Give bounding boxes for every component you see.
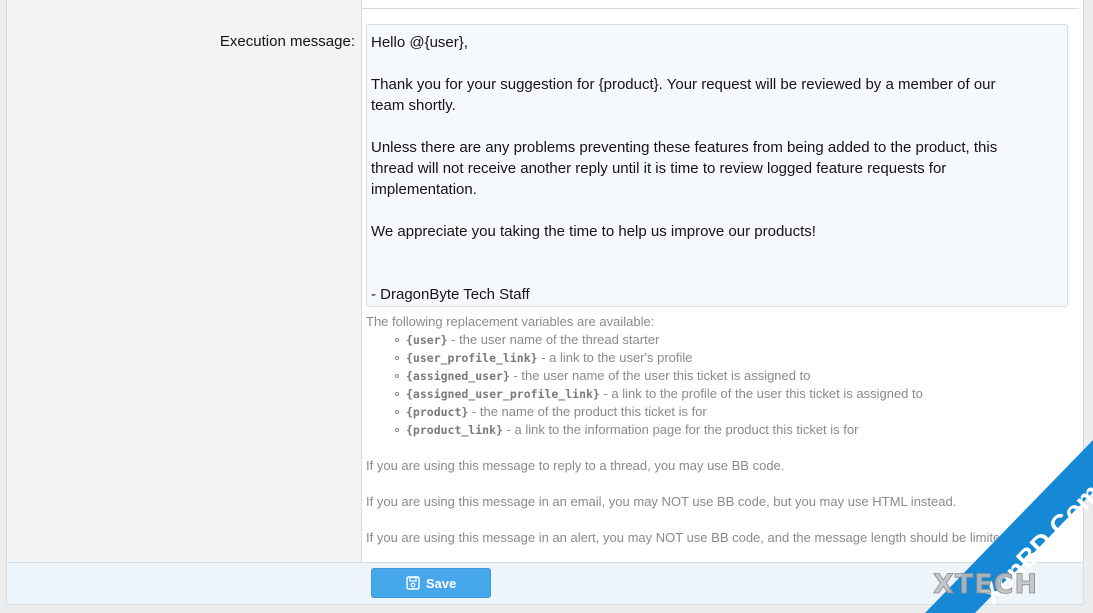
variable-description: - the name of the product this ticket is… xyxy=(468,404,707,419)
variable-item: {user} - the user name of the thread sta… xyxy=(395,331,1066,349)
label-column: Execution message: xyxy=(7,0,362,562)
variable-item: {assigned_user} - the user name of the u… xyxy=(395,367,1066,385)
variable-code: {user} xyxy=(406,333,448,347)
message-paragraph: Unless there are any problems preventing… xyxy=(371,139,1002,198)
variable-code: {assigned_user_profile_link} xyxy=(406,387,600,401)
message-paragraph xyxy=(371,53,1007,74)
execution-message-label: Execution message: xyxy=(219,33,355,50)
variable-item: {user_profile_link} - a link to the user… xyxy=(395,349,1066,367)
variable-item: {assigned_user_profile_link} - a link to… xyxy=(395,385,1066,403)
alert-length-note: If you are using this message in an aler… xyxy=(366,530,1012,545)
variable-item: {product} - the name of the product this… xyxy=(395,403,1066,421)
message-paragraph xyxy=(371,242,1007,263)
variable-code: {assigned_user} xyxy=(406,369,510,383)
save-button-label: Save xyxy=(425,575,457,591)
email-html-note: If you are using this message in an emai… xyxy=(366,494,957,509)
variable-description: - a link to the profile of the user this… xyxy=(599,386,923,401)
message-signature: - DragonByte Tech Staff xyxy=(371,286,530,303)
divider xyxy=(362,8,1079,9)
save-icon xyxy=(406,576,420,590)
message-paragraph xyxy=(371,116,1007,137)
variable-code: {product_link} xyxy=(406,423,503,437)
variable-item: {product_link} - a link to the informati… xyxy=(395,421,1066,439)
variable-description: - a link to the user's profile xyxy=(537,350,693,365)
variable-code: {product} xyxy=(406,405,469,419)
message-paragraph xyxy=(371,200,1007,221)
form-footer xyxy=(6,562,1084,605)
variable-description: - a link to the information page for the… xyxy=(502,422,859,437)
page: Execution message: Hello @{user}, Thank … xyxy=(0,0,1093,613)
message-paragraph: Hello @{user}, xyxy=(371,34,468,51)
variable-list: {user} - the user name of the thread sta… xyxy=(366,331,1066,439)
variable-description: - the user name of the thread starter xyxy=(447,332,660,347)
help-text: The following replacement variables are … xyxy=(366,313,1066,547)
variable-description: - the user name of the user this ticket … xyxy=(509,368,811,383)
save-button[interactable]: Save xyxy=(371,568,491,598)
bbcode-thread-note: If you are using this message to reply t… xyxy=(366,458,785,473)
message-paragraph: We appreciate you taking the time to hel… xyxy=(371,223,816,240)
execution-message-textarea[interactable]: Hello @{user}, Thank you for your sugges… xyxy=(366,24,1068,307)
help-intro: The following replacement variables are … xyxy=(366,314,655,329)
variable-code: {user_profile_link} xyxy=(406,351,538,365)
message-paragraph: Thank you for your suggestion for {produ… xyxy=(371,76,1000,114)
